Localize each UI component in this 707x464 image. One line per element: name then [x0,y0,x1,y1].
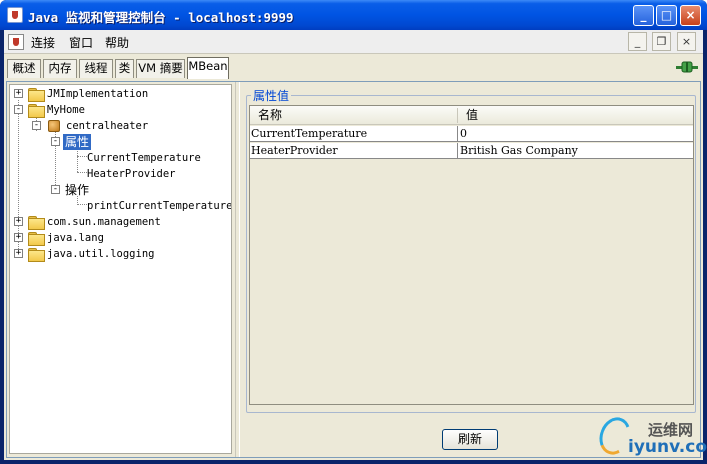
expand-icon[interactable]: + [14,217,23,226]
tree-node-com-sun-management[interactable]: com.sun.management [47,214,161,230]
table-header: 名称 值 [250,106,693,125]
minimize-icon: _ [640,8,647,22]
inner-minimize-button[interactable]: _ [628,32,647,51]
column-header-value[interactable]: 值 [458,106,693,125]
expand-icon[interactable]: + [14,249,23,258]
table-row[interactable]: HeaterProvider British Gas Company [250,143,693,159]
menu-bar: 连接 窗口 帮助 _ ❐ × [4,30,703,54]
mbean-panel: + JMImplementation - MyHome - centralhea… [6,81,701,458]
connection-plug-icon [676,61,698,73]
attribute-name: CurrentTemperature [251,127,368,140]
tree-node-java-util-logging[interactable]: java.util.logging [47,246,154,262]
attribute-value[interactable]: 0 [459,126,693,141]
tab-mbean[interactable]: MBean [187,57,229,79]
folder-icon [28,248,45,262]
folder-icon [28,216,45,230]
close-icon: × [685,8,696,22]
collapse-icon[interactable]: - [51,185,60,194]
inner-restore-button[interactable]: ❐ [652,32,671,51]
cell-divider [457,126,458,142]
tree-node-attributes[interactable]: 属性 [63,134,92,150]
title-bar[interactable]: Java 监视和管理控制台 - localhost:9999 _ □ × [0,0,707,30]
site-watermark: 运维网 iyunv.com [594,413,707,461]
tab-memory[interactable]: 内存 [43,59,77,78]
java-icon [7,7,23,23]
folder-icon [28,232,45,246]
tab-threads[interactable]: 线程 [79,59,113,78]
tree-node-current-temperature[interactable]: CurrentTemperature [87,150,201,166]
maximize-button[interactable]: □ [656,5,677,26]
tree-guide-line [77,172,87,173]
tree-node-centralheater[interactable]: centralheater [66,118,148,134]
collapse-icon[interactable]: - [51,137,60,146]
attribute-values-legend: 属性值 [251,87,292,104]
refresh-button[interactable]: 刷新 [442,429,498,450]
tree-node-print-current-temperature[interactable]: printCurrentTemperature [87,198,231,214]
window-title: Java 监视和管理控制台 - localhost:9999 [28,10,294,25]
tree-node-heater-provider[interactable]: HeaterProvider [87,166,176,182]
column-header-name[interactable]: 名称 [250,106,457,125]
tab-overview[interactable]: 概述 [7,59,41,78]
attribute-table: 名称 值 CurrentTemperature 0 HeaterProvider… [249,105,694,405]
menu-connection[interactable]: 连接 [31,34,55,51]
tree-guide-line [77,148,78,172]
menu-help[interactable]: 帮助 [105,34,129,51]
folder-open-icon [28,104,45,118]
window-frame: 连接 窗口 帮助 _ ❐ × 概述 内存 线程 类 VM 摘要 MBean + … [4,30,703,460]
tree-node-myhome[interactable]: MyHome [47,102,85,118]
table-row[interactable]: CurrentTemperature 0 [250,126,693,142]
tree-guide-line [77,204,87,205]
tab-classes[interactable]: 类 [115,59,134,78]
watermark-text-bottom: iyunv.com [628,437,707,457]
attribute-value[interactable]: British Gas Company [459,143,693,158]
inner-close-button[interactable]: × [677,32,696,51]
mbean-icon [48,120,60,132]
mbean-tree[interactable]: + JMImplementation - MyHome - centralhea… [9,84,232,454]
tree-guide-line [77,156,87,157]
cell-divider [457,143,458,159]
collapse-icon[interactable]: - [32,121,41,130]
split-pane-divider[interactable] [235,82,240,457]
minimize-button[interactable]: _ [633,5,654,26]
maximize-icon: □ [660,8,673,22]
collapse-icon[interactable]: - [14,105,23,114]
tree-node-java-lang[interactable]: java.lang [47,230,104,246]
close-button[interactable]: × [680,5,701,26]
app-window: Java 监视和管理控制台 - localhost:9999 _ □ × 连接 … [0,0,707,464]
attribute-name: HeaterProvider [251,144,338,157]
tree-node-jmimplementation[interactable]: JMImplementation [47,86,148,102]
tree-node-operations[interactable]: 操作 [65,182,89,198]
folder-icon [28,88,45,102]
attribute-values-panel: 属性值 名称 值 CurrentTemperature 0 HeaterProv… [241,84,699,454]
menu-window[interactable]: 窗口 [69,34,93,51]
expand-icon[interactable]: + [14,233,23,242]
tab-bar: 概述 内存 线程 类 VM 摘要 MBean [4,54,703,81]
java-icon[interactable] [8,34,24,50]
expand-icon[interactable]: + [14,89,23,98]
tab-vm-summary[interactable]: VM 摘要 [136,59,185,78]
